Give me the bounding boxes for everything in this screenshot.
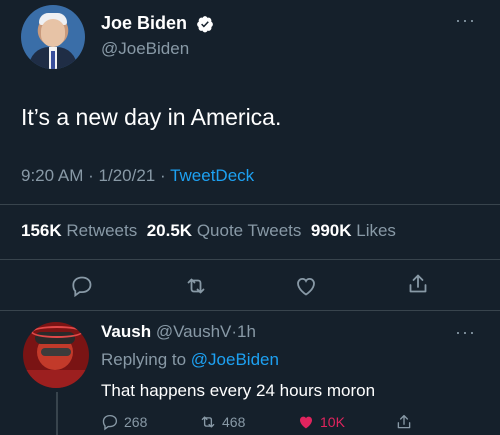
likes-label: Likes [356,221,396,240]
reply-author-handle[interactable]: @VaushV [156,322,232,341]
share-icon[interactable] [406,272,430,296]
reply-like-button[interactable]: 10K [297,413,345,431]
retweet-icon [201,416,215,428]
reply-share-button[interactable] [395,413,413,431]
reply-header: Vaush @VaushV·1h [101,322,256,342]
more-options-icon[interactable]: ··· [455,10,476,31]
tweet-client-link[interactable]: TweetDeck [170,166,254,185]
reply-replies-count: 268 [124,414,148,430]
retweets-label: Retweets [66,221,138,240]
divider [0,310,500,311]
likes-stat[interactable]: 990K Likes [311,221,396,240]
tweet-text: It’s a new day in America. [21,104,282,130]
share-icon [397,414,411,429]
reply-text: That happens every 24 hours moron [101,381,376,400]
replying-to-mention[interactable]: @JoeBiden [191,350,279,369]
tweet-date[interactable]: 1/20/21 [99,166,156,185]
divider [0,204,500,205]
retweet-icon[interactable] [184,274,208,298]
reply-more-options-icon[interactable]: ··· [455,322,476,343]
meta-separator: · [159,166,166,185]
meta-separator: · [88,166,94,185]
thread-line [56,392,58,435]
reply-age[interactable]: 1h [237,322,256,341]
reply-author-name[interactable]: Vaush [101,322,151,341]
divider [0,259,500,260]
quote-tweets-label: Quote Tweets [196,221,302,240]
replying-prefix: Replying to [101,350,187,369]
tweet-stats: 156K Retweets 20.5K Quote Tweets 990K Li… [21,221,396,241]
quote-tweets-count: 20.5K [146,221,193,240]
reply-likes-count: 10K [320,414,345,430]
reply-icon [102,414,118,431]
tweet-time[interactable]: 9:20 AM [21,166,83,185]
reply-retweets-count: 468 [222,414,246,430]
verified-badge-icon [196,15,214,33]
reply-author-avatar[interactable] [23,322,89,388]
retweets-stat[interactable]: 156K Retweets [21,221,137,240]
reply-icon[interactable] [70,274,94,298]
like-filled-icon [300,416,312,429]
tweet-meta: 9:20 AM · 1/20/21 · TweetDeck [21,166,254,186]
reply-reply-button[interactable]: 268 [101,413,147,431]
quote-tweets-stat[interactable]: 20.5K Quote Tweets [147,221,302,240]
author-handle[interactable]: @JoeBiden [101,39,189,59]
retweets-count: 156K [21,221,62,240]
replying-to: Replying to @JoeBiden [101,350,279,370]
author-avatar[interactable] [21,5,85,69]
author-name[interactable]: Joe Biden [101,13,187,34]
like-icon[interactable] [294,274,318,298]
reply-retweet-button[interactable]: 468 [199,413,245,431]
likes-count: 990K [310,221,352,240]
